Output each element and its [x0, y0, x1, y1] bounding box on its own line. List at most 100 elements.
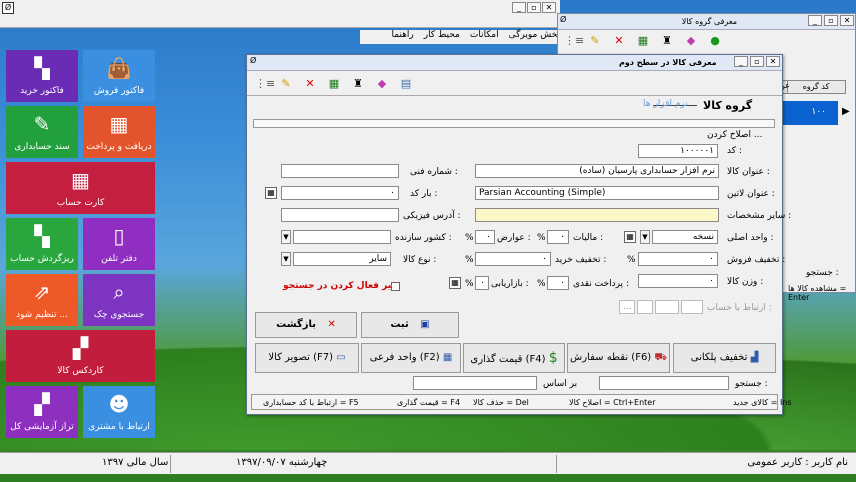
binoculars-icon[interactable]: ♜ [660, 34, 674, 48]
tile-10[interactable]: ▞ کاردکس کالا [6, 330, 155, 382]
group-close-button[interactable]: ✕ [840, 15, 854, 26]
tile-5[interactable]: ▦ کارت حساب [6, 162, 155, 214]
group-window-titlebar: Ø معرفی گروه کالا _ ▫ ✕ [558, 14, 855, 30]
group-row-selected[interactable]: ۱۰۰ [778, 101, 838, 125]
network-icon: ▟ [750, 352, 759, 363]
tile-label: کاردکس کالا [57, 366, 104, 376]
order-point-button[interactable]: نقطه سفارش (F6) ⛟ [567, 343, 670, 373]
tiered-discount-button[interactable]: تخفیف پلکانی ▟ [673, 343, 776, 373]
close-button[interactable]: ✕ [542, 2, 556, 13]
item-maximize-button[interactable]: ▫ [750, 56, 764, 67]
delete-icon[interactable]: ✕ [303, 77, 317, 91]
unit-select[interactable]: نسخه [652, 230, 718, 244]
group-minimize-button[interactable]: _ [808, 15, 822, 26]
squares-icon: ▞ [34, 392, 50, 416]
group-search-label: جستجو : [806, 268, 839, 278]
ok-icon[interactable]: ● [708, 34, 722, 48]
item-image-button[interactable]: تصویر کالا (F7) ▭ [255, 343, 359, 373]
item-minimize-button[interactable]: _ [734, 56, 748, 67]
shopping-bag-icon: 👜 [106, 56, 132, 80]
account-link-browse[interactable]: ... [619, 300, 635, 314]
market-calc-icon[interactable]: ▦ [449, 277, 461, 289]
tile-label: دفتر تلفن [101, 254, 137, 264]
account-link-seg-3[interactable] [637, 300, 653, 314]
group-maximize-button[interactable]: ▫ [824, 15, 838, 26]
address-input[interactable] [281, 208, 399, 222]
account-link-seg-1[interactable] [681, 300, 703, 314]
tile-11[interactable]: ☻ ارتباط با مشتری [83, 386, 155, 438]
scroll-track[interactable] [253, 119, 775, 128]
unit-dropdown-icon[interactable]: ▼ [640, 230, 650, 244]
account-link-seg-2[interactable] [655, 300, 679, 314]
weight-label: وزن کالا : [727, 277, 764, 287]
tile-3[interactable]: ▦ دریافت و پرداخت [83, 106, 155, 158]
tech-no-input[interactable] [281, 164, 399, 178]
duty-input[interactable]: ۰ [475, 230, 495, 244]
inactive-checkbox[interactable] [391, 282, 400, 291]
excel-icon[interactable]: ▦ [327, 77, 341, 91]
group-window-title: معرفی گروه کالا [681, 17, 737, 26]
type-dropdown-icon[interactable]: ▼ [281, 252, 291, 266]
menu-item-help[interactable]: راهنما [391, 30, 413, 44]
edit-icon[interactable]: ✎ [279, 77, 293, 91]
back-label: بازگشت [276, 319, 316, 330]
tile-12[interactable]: ▞ تراز آزمایشی کل [6, 386, 78, 438]
item-window: Ø معرفی کالا در سطح دوم _ ▫ ✕ ⋮≡ ✎ ✕ ▦ ♜… [246, 54, 792, 415]
tile-8[interactable]: ⌕ جستجوی چک [83, 274, 155, 326]
market-input[interactable]: ۰ [475, 276, 489, 290]
eraser-icon[interactable]: ◆ [684, 34, 698, 48]
buy-disc-pct: % [465, 255, 474, 265]
hint-edit: اصلاح کالا = Ctrl+Enter [569, 398, 656, 407]
subunit-button[interactable]: واحد فرعی (F2) ▦ [361, 343, 461, 373]
type-select[interactable]: سایر [293, 252, 391, 266]
group-window-icon: Ø [560, 15, 567, 24]
cart-icon: ⛟ [654, 352, 667, 363]
edit-icon[interactable]: ✎ [588, 34, 602, 48]
tree-icon[interactable]: ⋮≡ [255, 77, 275, 91]
item-close-button[interactable]: ✕ [766, 56, 780, 67]
calculator-icon[interactable]: ▤ [399, 77, 413, 91]
search-label: جستجو : [735, 379, 768, 389]
latin-input[interactable]: Parsian Accounting (Simple) [475, 186, 719, 200]
excel-icon[interactable]: ▦ [636, 34, 650, 48]
pricing-button[interactable]: قیمت گذاری (F4) $ [463, 343, 565, 373]
tree-icon[interactable]: ⋮≡ [564, 34, 584, 48]
tile-1[interactable]: 👜 فاکتور فروش [83, 50, 155, 102]
menu-item-tools[interactable]: امکانات [470, 30, 499, 44]
basis-select[interactable] [413, 376, 537, 390]
status-date: چهارشنبه ۱۳۹۷/۰۹/۰۷ [236, 457, 328, 468]
barcode-input[interactable]: ۰ [281, 186, 399, 200]
binoculars-icon[interactable]: ♜ [351, 77, 365, 91]
specs-input[interactable] [475, 208, 719, 222]
save-button[interactable]: ثبت ▣ [361, 312, 459, 338]
minimize-button[interactable]: _ [512, 2, 526, 13]
barcode-calc-icon[interactable]: ▦ [265, 187, 277, 199]
sale-disc-input[interactable]: ۰ [638, 252, 718, 266]
tile-9[interactable]: ⇗ تنظیم شود ... [6, 274, 78, 326]
sale-disc-pct: % [627, 255, 636, 265]
menu-item-distribution[interactable]: پخش مویرگی [509, 30, 560, 44]
country-dropdown-icon[interactable]: ▼ [281, 230, 291, 244]
row-pointer-icon: ▶ [842, 106, 850, 117]
unit-calc-icon[interactable]: ▦ [624, 231, 636, 243]
grid-icon: ▦ [442, 352, 453, 363]
weight-input[interactable]: ۰ [638, 274, 718, 288]
cash-input[interactable]: ۰ [547, 276, 569, 290]
maximize-button[interactable]: ▫ [527, 2, 541, 13]
code-input[interactable]: ۱۰۰۰۰۰۱ [638, 144, 718, 158]
tile-6[interactable]: ▯ دفتر تلفن [83, 218, 155, 270]
country-select[interactable] [293, 230, 391, 244]
tile-label: فاکتور فروش [93, 86, 145, 96]
tile-7[interactable]: ▚ ریزگردش حساب [6, 218, 78, 270]
search-input[interactable] [599, 376, 729, 390]
buy-disc-input[interactable]: ۰ [475, 252, 551, 266]
eraser-icon[interactable]: ◆ [375, 77, 389, 91]
tax-input[interactable]: ۰ [547, 230, 569, 244]
delete-icon[interactable]: ✕ [612, 34, 626, 48]
menu-item-workspace[interactable]: محیط کار [424, 30, 460, 44]
back-button[interactable]: بازگشت ✕ [255, 312, 357, 338]
tile-2[interactable]: ▚ فاکتور خرید [6, 50, 78, 102]
tile-4[interactable]: ✎ سند حسابداری [6, 106, 78, 158]
group-col-code[interactable]: کد گروه [786, 80, 846, 94]
name-input[interactable]: نرم افزار حسابداری پارسیان (ساده) [475, 164, 719, 178]
